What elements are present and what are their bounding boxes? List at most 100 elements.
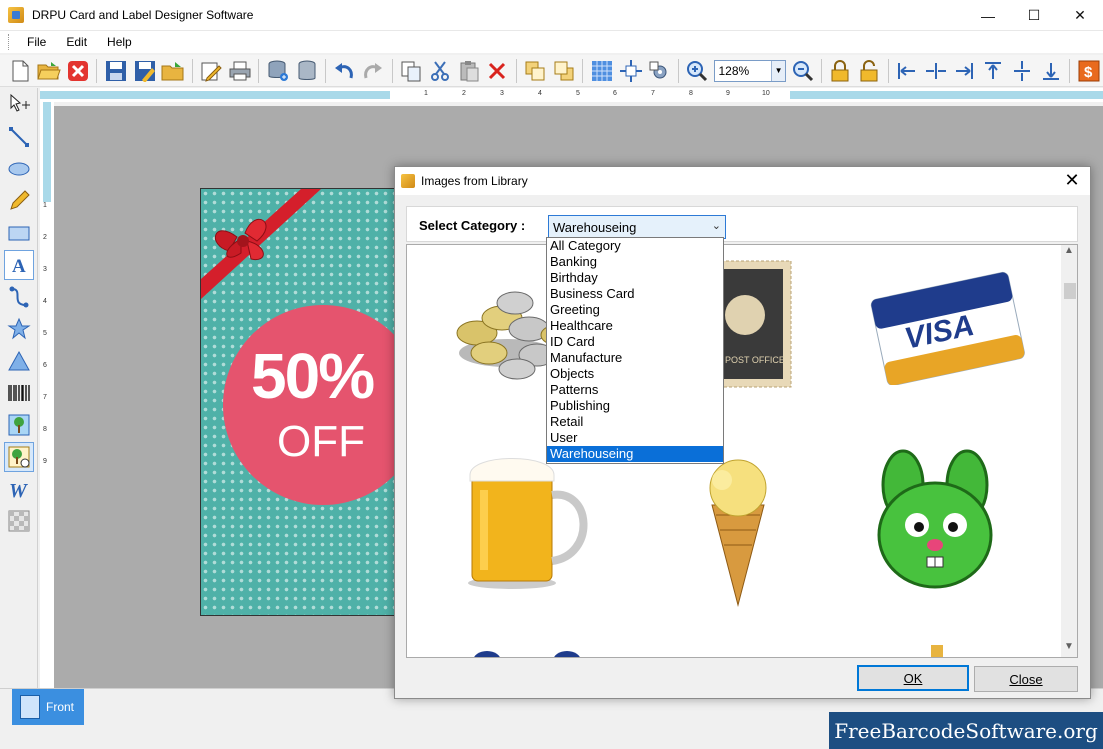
gallery-scrollbar[interactable]: ▲ ▼ (1061, 245, 1077, 657)
category-option[interactable]: Objects (547, 366, 723, 382)
print-icon[interactable] (228, 58, 253, 84)
partial-image[interactable] (467, 645, 587, 658)
category-option[interactable]: All Category (547, 238, 723, 254)
new-icon[interactable] (8, 58, 33, 84)
close-window-button[interactable]: ✕ (1057, 0, 1103, 31)
toolbar-separator (191, 58, 193, 83)
cut-icon[interactable] (427, 58, 452, 84)
triangle-tool-icon[interactable] (4, 346, 34, 376)
barcode-tool-icon[interactable] (4, 378, 34, 408)
category-dropdown-list[interactable]: All Category Banking Birthday Business C… (546, 237, 724, 464)
align-center-icon[interactable] (923, 58, 948, 84)
zoom-combobox[interactable]: 128% ▼ (713, 59, 787, 82)
category-option[interactable]: Manufacture (547, 350, 723, 366)
toolbar-separator (515, 58, 517, 83)
menu-file[interactable]: File (17, 35, 56, 49)
rectangle-tool-icon[interactable] (4, 218, 34, 248)
ruler-label: 6 (43, 362, 47, 369)
minimize-button[interactable]: — (965, 0, 1011, 31)
chevron-down-icon[interactable]: ⌄ (712, 219, 721, 232)
zoom-out-icon[interactable] (790, 58, 815, 84)
align-middle-icon[interactable] (1010, 58, 1035, 84)
menu-edit[interactable]: Edit (56, 35, 97, 49)
undo-icon[interactable] (332, 58, 357, 84)
image-tool-icon[interactable] (4, 410, 34, 440)
lock-icon[interactable] (828, 58, 853, 84)
redo-icon[interactable] (361, 58, 386, 84)
close-file-icon[interactable] (66, 58, 91, 84)
save-icon[interactable] (103, 58, 128, 84)
zoom-value: 128% (718, 63, 750, 78)
menu-bar: File Edit Help (0, 31, 1103, 53)
wordart-tool-icon[interactable]: W (4, 474, 34, 504)
text-tool-icon[interactable]: A (4, 250, 34, 280)
align-right-icon[interactable] (952, 58, 977, 84)
send-back-icon[interactable] (552, 58, 577, 84)
close-button[interactable]: Close (974, 666, 1078, 692)
watermark-tool-icon[interactable] (4, 506, 34, 536)
category-option[interactable]: Publishing (547, 398, 723, 414)
ok-button[interactable]: OK (857, 665, 969, 691)
category-option[interactable]: Birthday (547, 270, 723, 286)
page-icon (20, 695, 40, 719)
open-icon[interactable] (37, 58, 62, 84)
dialog-close-icon[interactable]: ✕ (1062, 170, 1082, 191)
ruler-label: 1 (424, 90, 428, 97)
ruler-label: 7 (43, 394, 47, 401)
ice-cream-cone-image[interactable] (692, 450, 782, 610)
sale-off-text[interactable]: OFF (277, 417, 365, 467)
ruler-label: 5 (43, 330, 47, 337)
category-option[interactable]: User (547, 430, 723, 446)
category-option[interactable]: Banking (547, 254, 723, 270)
chevron-down-icon[interactable]: ▼ (771, 60, 786, 81)
bring-front-icon[interactable] (523, 58, 548, 84)
sale-percent-text[interactable]: 50% (251, 339, 375, 413)
align-left-icon[interactable] (894, 58, 919, 84)
toolbar-separator (582, 58, 584, 83)
line-tool-icon[interactable] (4, 122, 34, 152)
price-icon[interactable]: $ (1076, 58, 1101, 84)
menu-help[interactable]: Help (97, 35, 142, 49)
database-add-icon[interactable] (265, 58, 290, 84)
category-option[interactable]: Greeting (547, 302, 723, 318)
pointer-tool-icon[interactable] (4, 90, 34, 120)
category-option[interactable]: Retail (547, 414, 723, 430)
star-tool-icon[interactable] (4, 314, 34, 344)
database-icon[interactable] (294, 58, 319, 84)
export-icon[interactable] (161, 58, 186, 84)
beer-mug-image[interactable] (462, 445, 602, 595)
pencil-tool-icon[interactable] (4, 186, 34, 216)
image-library-tool-icon[interactable] (4, 442, 34, 472)
category-option[interactable]: ID Card (547, 334, 723, 350)
save-as-icon[interactable] (132, 58, 157, 84)
edit-icon[interactable] (199, 58, 224, 84)
unlock-icon[interactable] (857, 58, 882, 84)
tab-front[interactable]: Front (12, 689, 84, 725)
scroll-up-icon[interactable]: ▲ (1061, 245, 1077, 261)
delete-icon[interactable] (485, 58, 510, 84)
grid-icon[interactable] (589, 58, 614, 84)
ribbon-bow-icon[interactable] (201, 189, 321, 299)
align-top-icon[interactable] (981, 58, 1006, 84)
green-bunny-image[interactable] (867, 445, 1007, 595)
scroll-thumb[interactable] (1064, 283, 1076, 299)
category-option[interactable]: Patterns (547, 382, 723, 398)
paste-icon[interactable] (456, 58, 481, 84)
align-bottom-icon[interactable] (1039, 58, 1064, 84)
maximize-button[interactable]: ☐ (1011, 0, 1057, 31)
category-option-selected[interactable]: Warehouseing (547, 446, 723, 462)
ellipse-tool-icon[interactable] (4, 154, 34, 184)
visa-card-image[interactable]: VISA (867, 265, 1027, 385)
category-select[interactable]: Warehouseing ⌄ (548, 215, 726, 239)
center-icon[interactable] (618, 58, 643, 84)
category-option[interactable]: Business Card (547, 286, 723, 302)
zoom-in-icon[interactable] (685, 58, 710, 84)
partial-image[interactable] (927, 641, 947, 658)
category-option[interactable]: Healthcare (547, 318, 723, 334)
settings-icon[interactable] (647, 58, 672, 84)
copy-icon[interactable] (399, 58, 424, 84)
curve-tool-icon[interactable] (4, 282, 34, 312)
scroll-down-icon[interactable]: ▼ (1061, 641, 1077, 657)
card-design[interactable]: 50% OFF (200, 188, 396, 616)
ruler-label: 2 (43, 234, 47, 241)
